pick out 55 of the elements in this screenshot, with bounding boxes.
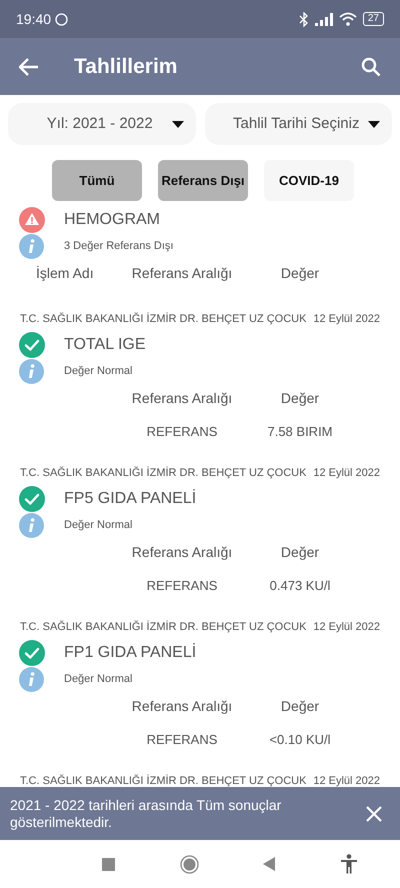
dropdown[interactable]: Yıl: 2021 - 2022 (8, 103, 196, 145)
result-note: Değer Normal (64, 364, 132, 379)
snackbar-message: 2021 - 2022 tarihleri arasında Tüm sonuçlar gösterilmektedir. (10, 796, 282, 830)
column-header: Referans Aralığı (132, 696, 232, 716)
table-cell-text: 7.58 BIRIM (267, 423, 333, 442)
accessibility-icon[interactable] (340, 854, 358, 874)
close-button[interactable] (366, 804, 384, 822)
result-date: 12 Eylül 2022 (313, 466, 380, 481)
column-header: Referans Aralığı (132, 264, 232, 283)
back-icon[interactable] (263, 857, 276, 871)
battery-icon: 27 (362, 12, 384, 26)
result-note: Değer Normal (64, 672, 132, 687)
result-date: 12 Eylül 2022 (313, 620, 380, 635)
filter-tab[interactable]: Tümü (52, 160, 142, 201)
test-name: FP1 GIDA PANELİ (64, 642, 196, 663)
caret-icon (368, 120, 380, 128)
column-header: Değer (280, 696, 320, 716)
signal-icon (314, 12, 333, 26)
column-header: İşlem Adı (35, 264, 95, 283)
result-note: Değer Normal (64, 518, 132, 533)
hospital-name: T.C. SAĞLIK BAKANLIĞI İZMİR DR. BEHÇET UZ ÇOCUK (20, 466, 306, 481)
recents-icon[interactable] (102, 858, 116, 870)
test-name: FP5 GIDA PANELİ (64, 488, 196, 509)
caret-icon (172, 120, 184, 128)
home-icon[interactable] (180, 854, 199, 874)
table-cell-text: <0.10 KU/l (269, 731, 331, 750)
test-name: HEMOGRAM (64, 210, 160, 230)
filter-tab[interactable]: COVID-19 (264, 160, 354, 201)
table-cell-text: 0.473 KU/l (270, 577, 330, 596)
wifi-icon (338, 12, 357, 26)
dropdown[interactable]: Tahlil Tarihi Seçiniz (204, 103, 392, 145)
info-icon[interactable] (19, 234, 44, 258)
table-cell-text: REFERANS (146, 577, 218, 596)
table-cell-text: REFERANS (146, 423, 218, 442)
chat-icon (55, 12, 68, 26)
column-header: Değer (280, 264, 320, 283)
status-time: 19:40 (16, 10, 52, 28)
info-icon[interactable] (19, 512, 44, 538)
test-name: TOTAL IGE (64, 335, 146, 355)
bluetooth-icon (298, 12, 309, 26)
info-icon[interactable] (19, 358, 44, 384)
result-date: 12 Eylül 2022 (313, 312, 380, 327)
column-header: Değer (280, 388, 320, 408)
column-header: Referans Aralığı (132, 388, 232, 408)
info-icon[interactable] (19, 666, 44, 692)
hospital-name: T.C. SAĞLIK BAKANLIĞI İZMİR DR. BEHÇET UZ ÇOCUK (20, 620, 306, 635)
result-note: 3 Değer Referans Dışı (64, 238, 174, 254)
column-header: Referans Aralığı (132, 542, 232, 562)
filter-tab[interactable]: Referans Dışı (158, 160, 248, 201)
hospital-name: T.C. SAĞLIK BAKANLIĞI İZMİR DR. BEHÇET UZ ÇOCUK (20, 774, 306, 787)
table-cell-text: REFERANS (146, 731, 218, 750)
screen-title: Tahlillerim (74, 54, 178, 80)
column-header: Değer (280, 542, 320, 562)
result-date: 12 Eylül 2022 (313, 774, 380, 787)
hospital-name: T.C. SAĞLIK BAKANLIĞI İZMİR DR. BEHÇET UZ ÇOCUK (20, 312, 306, 327)
